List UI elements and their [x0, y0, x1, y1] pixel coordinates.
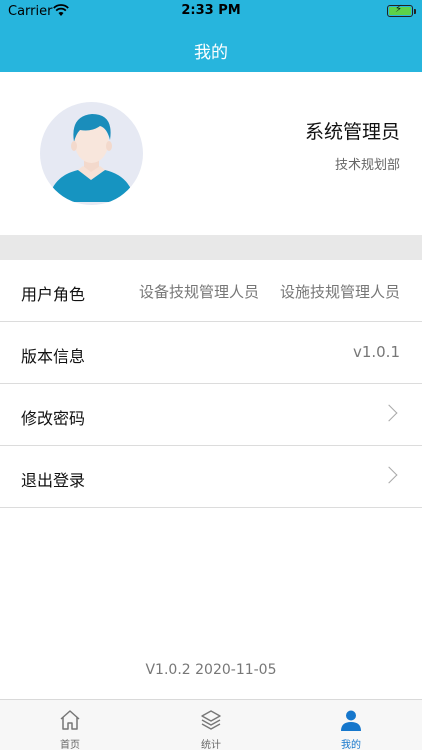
logout-row[interactable]: 退出登录: [0, 446, 422, 508]
chevron-right-icon: [380, 404, 398, 422]
tab-statistics[interactable]: 统计: [141, 700, 281, 750]
avatar: [40, 102, 143, 205]
top-bar: Carrier 2:33 PM ⚡ 我的: [0, 0, 422, 72]
status-time: 2:33 PM: [181, 3, 241, 18]
person-icon: [341, 710, 361, 731]
change-password-row[interactable]: 修改密码: [0, 384, 422, 446]
tab-mine-label: 我的: [341, 740, 361, 750]
user-name: 系统管理员: [304, 121, 400, 143]
layers-icon: [201, 710, 221, 730]
settings-list: 用户角色 设备技规管理人员 设施技规管理人员 版本信息 v1.0.1 修改密码 …: [0, 260, 422, 508]
battery-icon: ⚡: [387, 4, 413, 17]
user-role-label: 用户角色: [21, 285, 86, 304]
user-role-value: 设备技规管理人员: [138, 283, 259, 301]
page-title: 我的: [194, 43, 228, 63]
section-divider: [0, 235, 422, 260]
tab-bar: 首页 统计 我的: [0, 699, 422, 750]
chevron-right-icon: [380, 466, 398, 484]
home-icon: [60, 710, 80, 730]
user-department: 技术规划部: [334, 158, 400, 173]
tab-mine[interactable]: 我的: [281, 700, 421, 750]
change-password-label: 修改密码: [21, 409, 86, 428]
version-info-value: v1.0.1: [352, 343, 400, 361]
user-avatar-icon: [48, 114, 135, 202]
version-info-label: 版本信息: [21, 347, 86, 366]
tab-statistics-label: 统计: [201, 740, 221, 750]
tab-home[interactable]: 首页: [0, 700, 140, 750]
user-role-value: 设施技规管理人员: [279, 283, 400, 301]
user-role-row: 用户角色 设备技规管理人员 设施技规管理人员: [0, 260, 422, 322]
app-version-footer: V1.0.2 2020-11-05: [145, 662, 277, 678]
logout-label: 退出登录: [21, 471, 86, 490]
tab-home-label: 首页: [60, 740, 80, 750]
version-info-row: 版本信息 v1.0.1: [0, 322, 422, 384]
profile-card: 系统管理员 技术规划部: [0, 72, 422, 235]
status-bar: Carrier 2:33 PM ⚡: [0, 0, 422, 24]
